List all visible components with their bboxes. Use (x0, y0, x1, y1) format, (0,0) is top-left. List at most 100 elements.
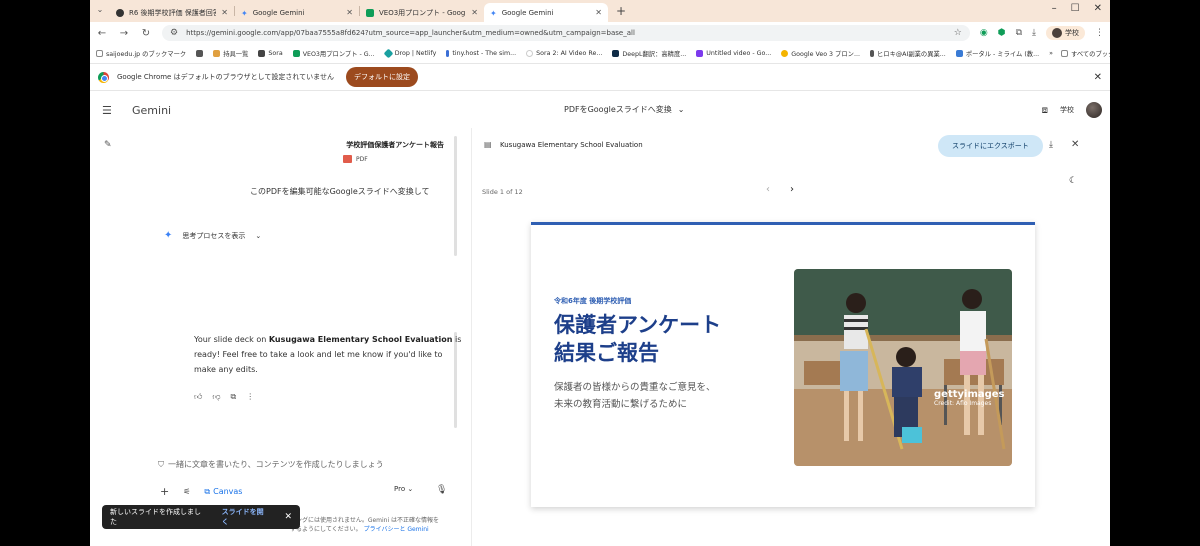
uploaded-file-title[interactable]: 学校評価保護者アンケート報告 (346, 140, 444, 150)
bookmark-star-icon[interactable]: ☆ (954, 28, 962, 38)
canvas-button[interactable]: ⧉ Canvas (204, 487, 242, 497)
toast-close-button[interactable]: ✕ (284, 512, 292, 522)
more-icon[interactable]: ⋮ (246, 392, 254, 402)
site-info-icon[interactable]: ⚙ (170, 28, 178, 38)
browser-tab-3[interactable]: VEO3用プロンプト - Google スプレ ✕ (360, 3, 484, 22)
tab-title: Google Gemini (501, 8, 554, 17)
browser-toolbar: ← → ↻ ⚙ https://gemini.google.com/app/07… (90, 22, 1110, 44)
bookmark-item[interactable]: Sora (258, 49, 283, 57)
close-icon[interactable]: ✕ (1071, 139, 1079, 150)
download-icon[interactable]: ⤓ (1032, 28, 1036, 38)
classroom-photo: gettyimages Credit: Aflo Images (794, 269, 1012, 466)
download-icon[interactable]: ⤓ (1049, 140, 1053, 150)
maximize-icon[interactable]: ☐ (1071, 3, 1080, 14)
browser-tab-4-active[interactable]: ✦ Google Gemini ✕ (484, 3, 608, 22)
reload-icon[interactable]: ↻ (140, 28, 152, 39)
header-actions: ⧈ 学校 (1042, 102, 1102, 118)
window-close-icon[interactable]: ✕ (1094, 3, 1102, 14)
profile-chip[interactable]: 学校 (1046, 26, 1085, 40)
scrollbar[interactable] (454, 136, 457, 256)
gemini-favicon: ✦ (490, 8, 497, 18)
close-icon[interactable]: ✕ (221, 8, 228, 17)
canvas-icon: ⧉ (204, 486, 211, 496)
tab-title: VEO3用プロンプト - Google スプレ (379, 8, 466, 17)
new-chat-icon[interactable]: ✎ (104, 140, 112, 150)
bookmark-item[interactable] (196, 49, 204, 57)
extension-icon[interactable]: ⬢ (998, 28, 1006, 38)
grid-icon (196, 49, 204, 57)
puzzle-icon[interactable]: ⧉ (1016, 28, 1022, 38)
show-thinking-toggle[interactable]: ✦ 思考プロセスを表示 ⌄ (164, 230, 261, 241)
bookmark-item[interactable]: DeepL翻訳：高精度... (612, 49, 686, 58)
close-icon[interactable]: ✕ (595, 8, 602, 17)
gemini-logo[interactable]: Gemini (132, 104, 171, 117)
portal-icon (955, 49, 963, 57)
temporary-chat-icon[interactable]: ⧈ (1042, 105, 1048, 116)
thumbs-up-icon[interactable]: 👍︎ (194, 392, 202, 402)
bookmark-icon (258, 49, 266, 57)
bookmark-item[interactable]: tiny.host - The sim... (446, 49, 516, 57)
bookmark-icon (446, 49, 450, 57)
close-icon[interactable]: ✕ (346, 8, 353, 17)
back-icon[interactable]: ← (96, 28, 108, 39)
url-text: https://gemini.google.com/app/07baa7555a… (186, 29, 635, 37)
new-tab-button[interactable]: + (608, 4, 634, 18)
close-icon[interactable]: ✕ (471, 8, 478, 17)
chevron-down-icon: ⌄ (405, 485, 414, 493)
model-picker[interactable]: Pro ⌄ (394, 485, 413, 493)
next-slide-icon[interactable]: › (790, 184, 794, 195)
disclaimer-line: するようにしてください。 (290, 526, 362, 533)
slide-preview[interactable]: 令和6年度 後期学校評価 保護者アンケート 結果ご報告 保護者の皆様からの貴重な… (531, 222, 1035, 507)
avatar[interactable] (1086, 102, 1102, 118)
canvas-doc-title: Kusugawa Elementary School Evaluation (500, 141, 643, 149)
extension-icon[interactable]: ◉ (980, 28, 988, 38)
bookmark-item[interactable]: ポータル - ミライム (教... (955, 49, 1039, 58)
address-bar[interactable]: ⚙ https://gemini.google.com/app/07baa755… (162, 25, 970, 41)
more-icon[interactable]: ⋮ (1095, 28, 1104, 38)
chevron-down-icon: ⌄ (255, 231, 262, 240)
tab-search-icon[interactable]: ⌄ (94, 5, 106, 17)
bookmark-item[interactable]: VEO3用プロンプト - G... (292, 49, 375, 58)
forward-icon[interactable]: → (118, 28, 130, 39)
browser-tab-1[interactable]: R6 後期学校評価 保護者回答 ✕ (110, 3, 234, 22)
bookmark-item[interactable]: 持具一覧 (213, 49, 248, 58)
prompt-input[interactable]: ⛉ 一緒に文章を書いたり、コンテンツを作成したりしましょう (158, 459, 384, 470)
thinking-label: 思考プロセスを表示 (182, 231, 246, 240)
export-to-slides-button[interactable]: スライドにエクスポート (938, 135, 1043, 157)
set-default-button[interactable]: デフォルトに設定 (345, 67, 418, 87)
close-icon[interactable]: ✕ (1094, 72, 1102, 83)
bookmark-item[interactable]: saijoedu.jp のブックマーク (96, 49, 186, 58)
sheets-icon (292, 49, 300, 57)
bookmark-item[interactable]: Untitled video - Go... (696, 49, 772, 57)
gemini-header: ☰ Gemini PDFをGoogleスライドへ変換 ⌄ ⧈ 学校 (90, 92, 1110, 128)
toast-message: 新しいスライドを作成しました (110, 508, 201, 526)
privacy-link[interactable]: プライバシーと Gemini (364, 526, 429, 533)
bookmark-label: Untitled video - Go... (706, 49, 772, 57)
copy-icon[interactable]: ⧉ (231, 392, 237, 402)
add-icon[interactable]: + (160, 485, 169, 498)
profile-label: 学校 (1065, 29, 1079, 37)
browser-tab-2[interactable]: ✦ Google Gemini ✕ (235, 3, 359, 22)
all-bookmarks-button[interactable]: すべてのブックマーク (1060, 49, 1110, 58)
bookmark-item[interactable]: Sora 2: AI Video Re... (526, 49, 602, 57)
prompt-placeholder: 一緒に文章を書いたり、コンテンツを作成したりしましょう (168, 460, 384, 469)
dark-mode-icon[interactable]: ☾ (1069, 176, 1077, 186)
conversation-title[interactable]: PDFをGoogleスライドへ変換 ⌄ (564, 104, 685, 115)
open-slides-button[interactable]: スライドを開く (222, 507, 271, 527)
bookmark-item[interactable]: ヒロキ@AI副業の異業... (869, 49, 946, 58)
bookmarks-more-button[interactable]: » (1049, 50, 1053, 57)
avatar (1052, 28, 1062, 38)
tools-icon[interactable]: ⚟ (183, 487, 190, 496)
previous-slide-icon[interactable]: ‹ (766, 184, 770, 195)
classroom-illustration (794, 269, 1012, 466)
menu-icon[interactable]: ☰ (102, 104, 118, 117)
uploaded-file-type: PDF (343, 155, 368, 163)
thumbs-down-icon[interactable]: 👎︎ (212, 392, 220, 402)
bookmark-item[interactable]: Drop | Netlify (383, 48, 436, 58)
minimize-icon[interactable]: – (1052, 3, 1057, 14)
mic-icon[interactable]: 🎙︎ (436, 485, 447, 495)
chat-panel: ✎ 学校評価保護者アンケート報告 PDF このPDFを編集可能なGoogleスラ… (90, 128, 470, 546)
slide-title-line: 結果ご報告 (554, 341, 659, 365)
default-browser-infobar: Google Chrome はデフォルトのブラウザとして設定されていません デフ… (90, 63, 1110, 91)
bookmark-item[interactable]: Google Veo 3 プロン... (781, 49, 860, 58)
